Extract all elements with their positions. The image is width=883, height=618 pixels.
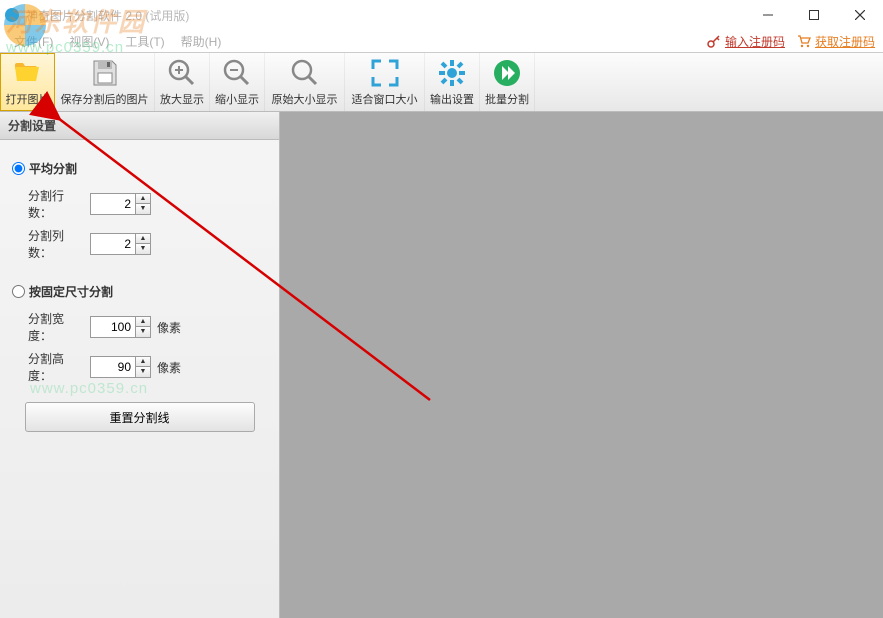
menubar: 文件(F) 视图(V) 工具(T) 帮助(H) 输入注册码 获取注册码 bbox=[0, 30, 883, 52]
maximize-button[interactable] bbox=[791, 0, 837, 30]
enter-reg-code-link[interactable]: 输入注册码 bbox=[707, 33, 785, 50]
close-button[interactable] bbox=[837, 0, 883, 30]
menu-view[interactable]: 视图(V) bbox=[61, 31, 117, 52]
play-batch-icon bbox=[491, 57, 523, 89]
height-input[interactable] bbox=[91, 360, 135, 374]
watermark-logo bbox=[4, 4, 46, 46]
save-icon bbox=[89, 57, 121, 89]
width-label: 分割宽度： bbox=[28, 310, 84, 344]
width-down[interactable]: ▼ bbox=[136, 327, 150, 337]
content-area: 分割设置 平均分割 分割行数： ▲▼ 分割列数： ▲▼ bbox=[0, 112, 883, 618]
height-unit: 像素 bbox=[157, 359, 181, 376]
height-up[interactable]: ▲ bbox=[136, 357, 150, 367]
save-split-label: 保存分割后的图片 bbox=[61, 91, 149, 107]
menu-tool[interactable]: 工具(T) bbox=[117, 31, 172, 52]
actual-size-button[interactable]: 原始大小显示 bbox=[265, 53, 345, 111]
fit-window-button[interactable]: 适合窗口大小 bbox=[345, 53, 425, 111]
batch-split-button[interactable]: 批量分割 bbox=[480, 53, 535, 111]
cols-down[interactable]: ▼ bbox=[136, 244, 150, 254]
width-input[interactable] bbox=[91, 320, 135, 334]
batch-split-label: 批量分割 bbox=[485, 91, 529, 107]
output-settings-button[interactable]: 输出设置 bbox=[425, 53, 480, 111]
cols-spinner[interactable]: ▲▼ bbox=[90, 233, 151, 255]
zoom-in-button[interactable]: 放大显示 bbox=[155, 53, 210, 111]
zoom-out-button[interactable]: 缩小显示 bbox=[210, 53, 265, 111]
key-icon bbox=[707, 34, 721, 48]
titlebar: 神奇图片分割软件 2.0 (试用版) bbox=[0, 0, 883, 30]
minimize-icon bbox=[763, 10, 773, 20]
open-image-button[interactable]: 打开图片 bbox=[0, 53, 55, 111]
reset-lines-button[interactable]: 重置分割线 bbox=[25, 402, 255, 432]
width-spinner[interactable]: ▲▼ bbox=[90, 316, 151, 338]
split-settings-header: 分割设置 bbox=[0, 112, 279, 140]
actual-size-icon bbox=[289, 57, 321, 89]
folder-open-icon bbox=[12, 57, 44, 89]
zoom-in-label: 放大显示 bbox=[160, 91, 204, 107]
get-reg-code-link[interactable]: 获取注册码 bbox=[797, 33, 875, 50]
width-unit: 像素 bbox=[157, 319, 181, 336]
zoom-out-icon bbox=[221, 57, 253, 89]
enter-reg-label: 输入注册码 bbox=[725, 33, 785, 50]
rows-spinner[interactable]: ▲▼ bbox=[90, 193, 151, 215]
save-split-button[interactable]: 保存分割后的图片 bbox=[55, 53, 155, 111]
rows-label: 分割行数： bbox=[28, 187, 84, 221]
minimize-button[interactable] bbox=[745, 0, 791, 30]
output-settings-label: 输出设置 bbox=[430, 91, 474, 107]
cols-up[interactable]: ▲ bbox=[136, 234, 150, 244]
window-title: 神奇图片分割软件 2.0 (试用版) bbox=[26, 7, 189, 24]
rows-down[interactable]: ▼ bbox=[136, 204, 150, 214]
height-label: 分割高度： bbox=[28, 350, 84, 384]
toolbar: 打开图片 保存分割后的图片 放大显示 缩小显示 原始大小显示 适合窗口大小 bbox=[0, 52, 883, 112]
width-up[interactable]: ▲ bbox=[136, 317, 150, 327]
sidebar: 分割设置 平均分割 分割行数： ▲▼ 分割列数： ▲▼ bbox=[0, 112, 280, 618]
avg-split-label: 平均分割 bbox=[29, 160, 77, 177]
rows-up[interactable]: ▲ bbox=[136, 194, 150, 204]
cols-label: 分割列数： bbox=[28, 227, 84, 261]
close-icon bbox=[855, 10, 865, 20]
cart-icon bbox=[797, 34, 811, 48]
gear-icon bbox=[436, 57, 468, 89]
canvas-area bbox=[280, 112, 883, 618]
zoom-in-icon bbox=[166, 57, 198, 89]
actual-size-label: 原始大小显示 bbox=[272, 91, 338, 107]
cols-input[interactable] bbox=[91, 237, 135, 251]
get-reg-label: 获取注册码 bbox=[815, 33, 875, 50]
zoom-out-label: 缩小显示 bbox=[215, 91, 259, 107]
fixed-split-radio[interactable] bbox=[12, 285, 25, 298]
open-image-label: 打开图片 bbox=[6, 91, 50, 107]
fit-window-icon bbox=[369, 57, 401, 89]
rows-input[interactable] bbox=[91, 197, 135, 211]
height-spinner[interactable]: ▲▼ bbox=[90, 356, 151, 378]
fixed-split-label: 按固定尺寸分割 bbox=[29, 283, 113, 300]
avg-split-radio[interactable] bbox=[12, 162, 25, 175]
menu-help[interactable]: 帮助(H) bbox=[173, 31, 230, 52]
fit-window-label: 适合窗口大小 bbox=[352, 91, 418, 107]
maximize-icon bbox=[809, 10, 819, 20]
height-down[interactable]: ▼ bbox=[136, 367, 150, 377]
